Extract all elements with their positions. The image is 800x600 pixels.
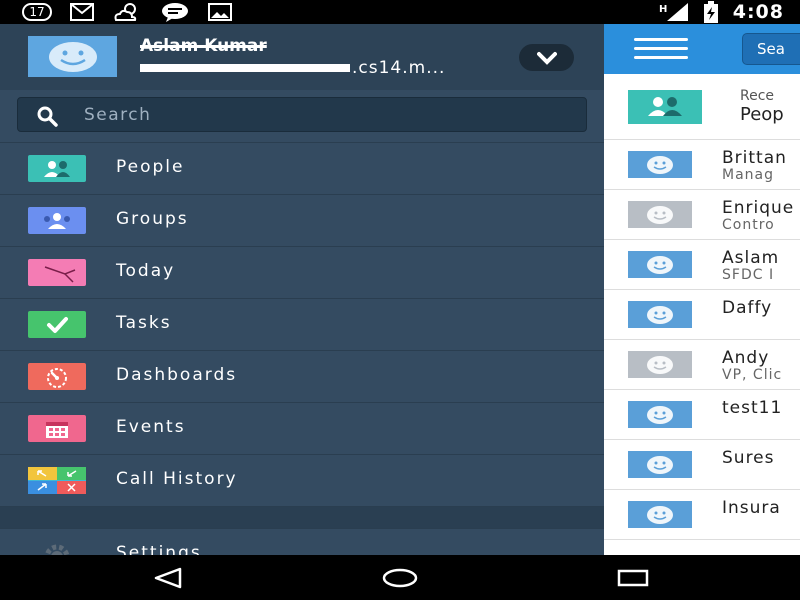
chat-icon: [160, 2, 190, 22]
list-item[interactable]: Andy VP, Clic: [604, 340, 800, 390]
menu-item-dashboards[interactable]: Dashboards: [0, 350, 604, 402]
battery-charging-icon: [703, 1, 719, 23]
smiley-avatar-icon: [628, 251, 692, 278]
menu-item-label: Settings: [116, 543, 202, 555]
smiley-avatar-icon: [628, 501, 692, 528]
menu-item-label: Tasks: [116, 313, 172, 333]
list-item-name: Aslam: [722, 248, 780, 268]
list-item[interactable]: test11: [604, 390, 800, 440]
chevron-down-icon[interactable]: [519, 44, 574, 71]
redaction-mark: [140, 64, 350, 72]
weather-icon: [112, 2, 142, 22]
smiley-avatar-icon: [628, 451, 692, 478]
menu-item-label: Today: [116, 261, 176, 281]
search-input[interactable]: [84, 98, 564, 131]
drawer-menu: People Groups Today Tasks Dashboards Eve…: [0, 142, 604, 555]
android-nav-bar: [0, 555, 800, 600]
dashboard-gauge-icon: [28, 363, 86, 390]
menu-item-settings[interactable]: Settings: [0, 528, 604, 555]
navigation-drawer: Aslam Kumar .cs14.m... People: [0, 24, 604, 555]
svg-text:H: H: [659, 4, 667, 15]
back-icon[interactable]: [138, 563, 198, 593]
list-item[interactable]: Insura: [604, 490, 800, 540]
tasks-check-icon: [28, 311, 86, 338]
hamburger-menu-icon[interactable]: [634, 38, 688, 60]
list-item[interactable]: Daffy: [604, 290, 800, 340]
menu-item-label: People: [116, 157, 185, 177]
user-domain: .cs14.m...: [140, 58, 445, 78]
main-header: Sea: [604, 24, 800, 74]
smiley-avatar-icon: [628, 401, 692, 428]
signal-icon: H: [659, 2, 689, 22]
menu-item-label: Call History: [116, 469, 238, 489]
smiley-avatar-icon: [628, 301, 692, 328]
list-item-subtitle: Contro: [722, 217, 775, 233]
list-item-name: Insura: [722, 498, 781, 518]
list-item-subtitle: SFDC I: [722, 267, 775, 283]
calendar-icon: [28, 415, 86, 442]
image-icon: [208, 2, 232, 22]
gear-icon: [28, 541, 86, 555]
recent-title: Peop: [740, 104, 784, 125]
smiley-avatar-icon: [628, 151, 692, 178]
clock-time: 4:08: [732, 1, 784, 23]
list-item-name: Brittan: [722, 148, 787, 168]
list-item[interactable]: Enrique Contro: [604, 190, 800, 240]
list-item[interactable]: Aslam SFDC I: [604, 240, 800, 290]
gmail-icon: [70, 2, 94, 22]
drawer-header: Aslam Kumar .cs14.m...: [0, 24, 604, 90]
user-domain-text: .cs14.m...: [352, 58, 446, 78]
recent-people-section[interactable]: Rece Peop: [604, 74, 800, 140]
search-box[interactable]: [17, 97, 587, 132]
menu-item-today[interactable]: Today: [0, 246, 604, 298]
recent-label: Rece: [740, 88, 775, 104]
menu-item-tasks[interactable]: Tasks: [0, 298, 604, 350]
menu-item-label: Groups: [116, 209, 189, 229]
home-icon[interactable]: [370, 563, 430, 593]
smiley-avatar-icon[interactable]: [28, 36, 117, 77]
list-item-name: test11: [722, 398, 783, 418]
list-item[interactable]: Brittan Manag: [604, 140, 800, 190]
list-item-name: Daffy: [722, 298, 773, 318]
today-icon: [28, 259, 86, 286]
notification-count-icon: 17: [22, 3, 52, 21]
list-item-name: Andy: [722, 348, 770, 368]
list-item-name: Enrique: [722, 198, 795, 218]
people-icon: [28, 155, 86, 182]
user-name: Aslam Kumar: [140, 36, 267, 56]
list-item-name: Sures: [722, 448, 775, 468]
list-item-subtitle: Manag: [722, 167, 774, 183]
list-item[interactable]: Sures: [604, 440, 800, 490]
smiley-avatar-icon: [628, 351, 692, 378]
recent-apps-icon[interactable]: [603, 563, 663, 593]
list-item-subtitle: VP, Clic: [722, 367, 783, 383]
groups-icon: [28, 207, 86, 234]
menu-divider: [0, 506, 604, 528]
menu-item-label: Dashboards: [116, 365, 238, 385]
menu-item-people[interactable]: People: [0, 142, 604, 194]
status-bar: 17 H 4:08: [0, 0, 800, 24]
search-icon: [36, 105, 58, 131]
main-search-button[interactable]: Sea: [742, 33, 800, 65]
menu-item-events[interactable]: Events: [0, 402, 604, 454]
menu-item-label: Events: [116, 417, 186, 437]
app-screen: 17 H 4:08 Sea Rece Peop Brittan Manag En…: [0, 0, 800, 600]
call-history-icon: [28, 467, 86, 494]
menu-item-call-history[interactable]: Call History: [0, 454, 604, 506]
menu-item-groups[interactable]: Groups: [0, 194, 604, 246]
people-icon: [628, 90, 702, 124]
people-list-panel: Sea Rece Peop Brittan Manag Enrique Cont…: [604, 24, 800, 555]
smiley-avatar-icon: [628, 201, 692, 228]
